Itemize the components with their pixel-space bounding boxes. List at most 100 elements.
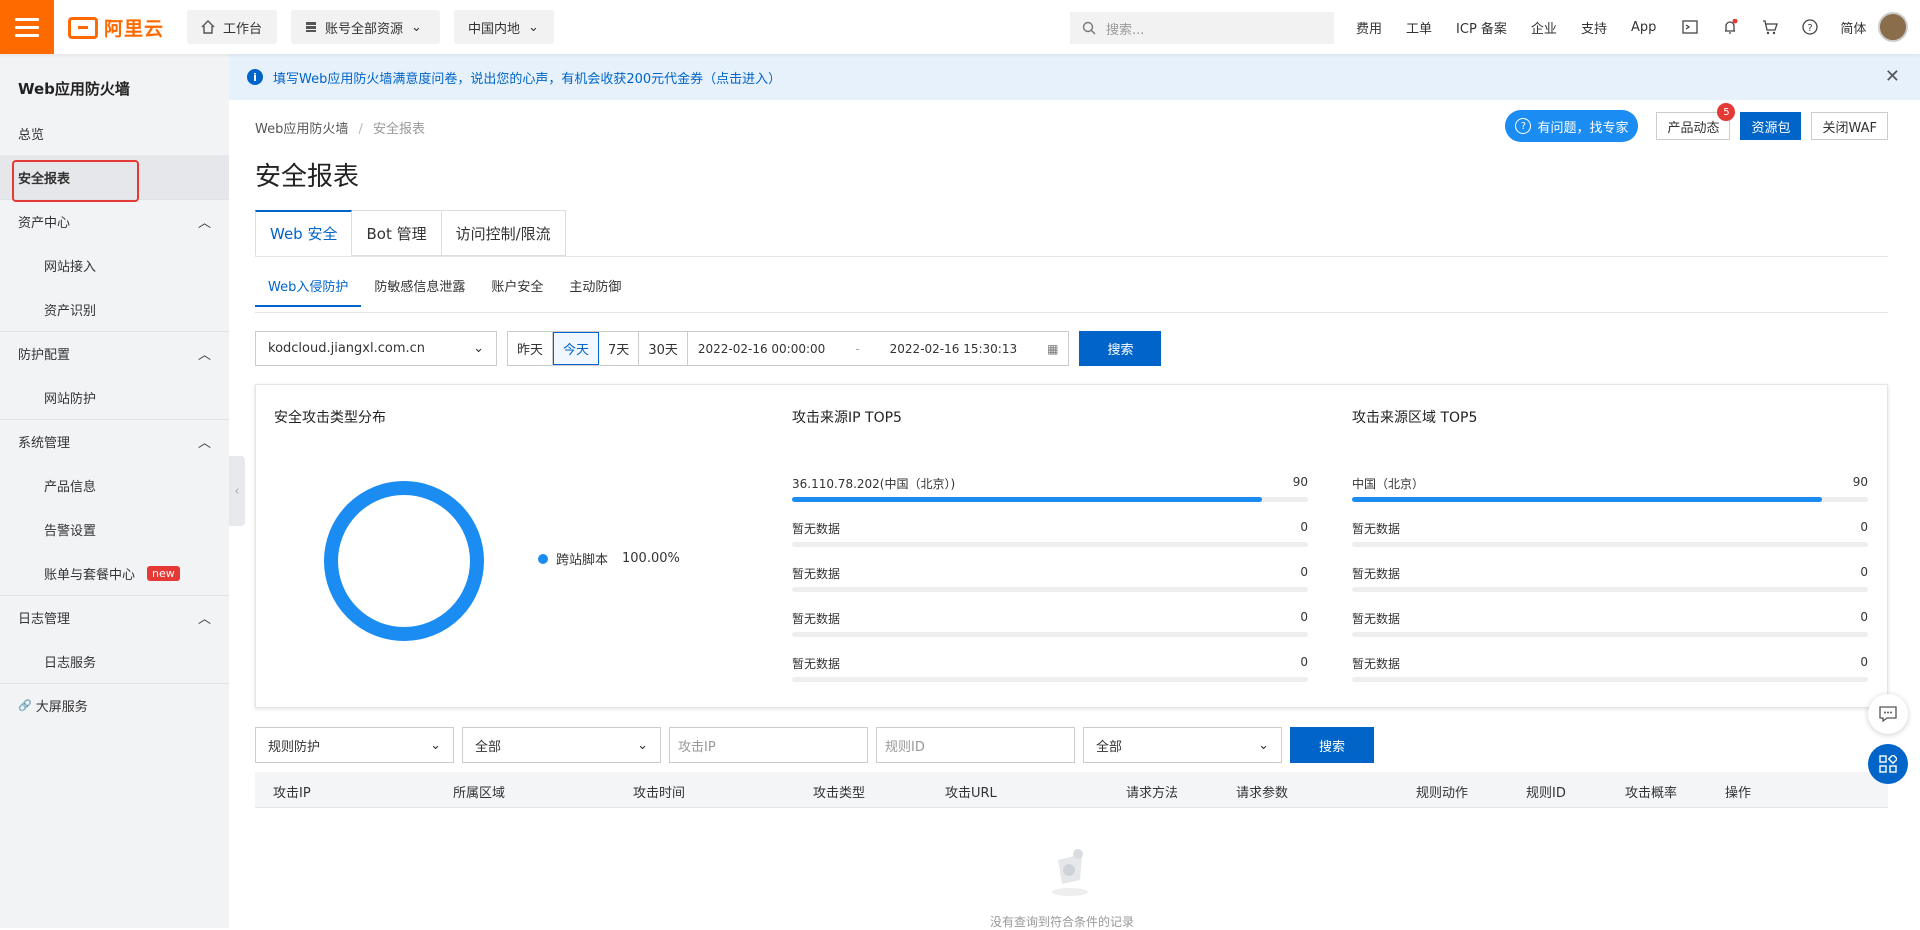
- action-select[interactable]: 全部 ⌄: [1083, 727, 1282, 763]
- ask-expert-button[interactable]: ? 有问题，找专家: [1505, 110, 1639, 142]
- link-tickets[interactable]: 工单: [1406, 18, 1432, 37]
- rank-value: 0: [1860, 610, 1868, 624]
- sidebar-item-big-screen[interactable]: 🔗 大屏服务: [0, 683, 229, 727]
- avatar[interactable]: [1878, 12, 1908, 42]
- rank-bar-track: [1352, 677, 1868, 682]
- sidebar-item-site-protection[interactable]: 网站防护: [0, 375, 229, 419]
- top-links: 费用 工单 ICP 备案 企业 支持 App ? 简体: [1356, 0, 1890, 54]
- attack-type-select[interactable]: 全部 ⌄: [462, 727, 661, 763]
- attack-type-legend[interactable]: 跨站脚本 100.00%: [538, 549, 680, 568]
- product-news-button[interactable]: 产品动态 5: [1656, 103, 1736, 140]
- subtab-active-defense[interactable]: 主动防御: [556, 276, 634, 307]
- rank-bar-fill: [1352, 497, 1822, 502]
- info-icon: i: [247, 69, 263, 85]
- link-fees[interactable]: 费用: [1356, 18, 1382, 37]
- resources-icon: [306, 22, 316, 32]
- page-actions: ? 有问题，找专家 产品动态 5 资源包 关闭WAF: [1505, 103, 1888, 142]
- col-rule-id: 规则ID: [1526, 786, 1566, 801]
- rank-value: 0: [1860, 655, 1868, 669]
- rank-label: 中国（北京）: [1352, 477, 1425, 491]
- rank-value: 90: [1292, 475, 1308, 489]
- range-7d[interactable]: 7天: [599, 332, 640, 365]
- tab-access-control[interactable]: 访问控制/限流: [441, 210, 566, 256]
- aliyun-logo[interactable]: 阿里云: [68, 14, 164, 41]
- resource-package-button[interactable]: 资源包: [1740, 112, 1802, 140]
- date-range-picker[interactable]: 2022-02-16 00:00:00 - 2022-02-16 15:30:1…: [688, 332, 1069, 365]
- bell-icon[interactable]: [1720, 17, 1740, 37]
- subtab-web-intrusion[interactable]: Web入侵防护: [255, 276, 362, 307]
- sidebar-group-log-mgmt[interactable]: 日志管理 ︿: [0, 595, 229, 639]
- link-support[interactable]: 支持: [1581, 18, 1607, 37]
- close-icon[interactable]: ✕: [1885, 66, 1900, 87]
- rule-protection-select[interactable]: 规则防护 ⌄: [255, 727, 454, 763]
- attack-ip-input[interactable]: 攻击IP: [669, 727, 868, 763]
- rank-row: 暂无数据 0: [1352, 610, 1868, 655]
- sidebar-group-asset-center[interactable]: 资产中心 ︿: [0, 199, 229, 243]
- region-dropdown[interactable]: 中国内地 ⌄: [454, 10, 554, 44]
- rule-id-input[interactable]: 规则ID: [876, 727, 1075, 763]
- range-today[interactable]: 今天: [553, 332, 600, 365]
- cart-icon[interactable]: [1760, 17, 1780, 37]
- link-app[interactable]: App: [1631, 20, 1656, 35]
- sidebar-item-site-access[interactable]: 网站接入: [0, 243, 229, 287]
- sidebar-item-overview[interactable]: 总览: [0, 111, 229, 155]
- rank-row: 暂无数据 0: [792, 610, 1308, 655]
- empty-state-icon: [1052, 849, 1088, 896]
- divider: [255, 312, 1888, 313]
- range-30d[interactable]: 30天: [639, 332, 688, 365]
- tab-bot-mgmt[interactable]: Bot 管理: [352, 210, 442, 256]
- sidebar-item-billing-center[interactable]: 账单与套餐中心 new: [0, 551, 229, 595]
- breadcrumb-root[interactable]: Web应用防火墙: [255, 122, 348, 137]
- search-input[interactable]: 搜索...: [1070, 12, 1334, 44]
- subtab-sensitive-info[interactable]: 防敏感信息泄露: [361, 276, 478, 307]
- legend-dot: [538, 553, 548, 564]
- range-yesterday[interactable]: 昨天: [508, 332, 554, 365]
- tab-web-security[interactable]: Web 安全: [255, 210, 353, 256]
- rank-row: 暂无数据 0: [1352, 565, 1868, 610]
- rank-label: 暂无数据: [1352, 522, 1401, 536]
- collapse-sidebar-icon[interactable]: ‹: [229, 456, 245, 526]
- col-region: 所属区域: [453, 786, 506, 801]
- apps-icon[interactable]: [1868, 744, 1908, 784]
- rank-label: 暂无数据: [792, 612, 841, 626]
- rank-row: 36.110.78.202(中国（北京）) 90: [792, 475, 1308, 520]
- log-search-button[interactable]: 搜索: [1290, 727, 1374, 763]
- rank-row: 暂无数据 0: [792, 520, 1308, 565]
- domain-select[interactable]: kodcloud.jiangxl.com.cn ⌄: [255, 331, 497, 366]
- log-filters: 规则防护 ⌄ 全部 ⌄ 攻击IP 规则ID 全部 ⌄ 搜索: [255, 727, 1374, 763]
- rank-row: 暂无数据 0: [1352, 520, 1868, 565]
- help-icon[interactable]: ?: [1800, 17, 1820, 37]
- chevron-up-icon: ︿: [197, 348, 211, 363]
- report-filters: kodcloud.jiangxl.com.cn ⌄ 昨天 今天 7天 30天 2…: [255, 331, 1162, 366]
- col-actions: 操作: [1725, 786, 1752, 801]
- language-switch[interactable]: 简体: [1840, 18, 1866, 37]
- account-resources-dropdown[interactable]: 账号全部资源 ⌄: [291, 10, 440, 44]
- top-ip-list: 36.110.78.202(中国（北京）) 90 暂无数据 0 暂无数据 0 暂无数据 0 暂无…: [792, 475, 1308, 700]
- chat-icon[interactable]: [1868, 694, 1908, 734]
- link-enterprise[interactable]: 企业: [1531, 18, 1557, 37]
- link-icp[interactable]: ICP 备案: [1456, 18, 1507, 37]
- chevron-down-icon: ⌄: [411, 19, 422, 35]
- subtab-account-security[interactable]: 账户安全: [478, 276, 556, 307]
- col-attack-time: 攻击时间: [633, 786, 686, 801]
- sidebar-group-protection-config[interactable]: 防护配置 ︿: [0, 331, 229, 375]
- notice-banner[interactable]: i 填写Web应用防火墙满意度问卷，说出您的心声，有机会收获200元代金券（点击…: [229, 54, 1920, 100]
- sidebar-group-system-mgmt[interactable]: 系统管理 ︿: [0, 419, 229, 463]
- sub-tabs: Web入侵防护 防敏感信息泄露 账户安全 主动防御: [255, 276, 634, 307]
- news-count-badge: 5: [1717, 103, 1736, 121]
- breadcrumb: Web应用防火墙 / 安全报表: [255, 122, 426, 137]
- sidebar-item-product-info[interactable]: 产品信息: [0, 463, 229, 507]
- rank-bar-track: [1352, 632, 1868, 637]
- menu-icon[interactable]: [0, 0, 54, 54]
- chevron-down-icon: ⌄: [637, 737, 648, 753]
- close-waf-button[interactable]: 关闭WAF: [1811, 112, 1888, 140]
- terminal-icon[interactable]: [1680, 17, 1700, 37]
- sidebar-item-asset-identify[interactable]: 资产识别: [0, 287, 229, 331]
- workbench-button[interactable]: 工作台: [187, 10, 277, 44]
- rank-value: 0: [1300, 655, 1308, 669]
- sidebar-item-alert-settings[interactable]: 告警设置: [0, 507, 229, 551]
- col-attack-ip: 攻击IP: [273, 786, 311, 801]
- search-button[interactable]: 搜索: [1079, 331, 1162, 366]
- top-ip-title: 攻击来源IP TOP5: [792, 410, 902, 426]
- sidebar-item-log-service[interactable]: 日志服务: [0, 639, 229, 683]
